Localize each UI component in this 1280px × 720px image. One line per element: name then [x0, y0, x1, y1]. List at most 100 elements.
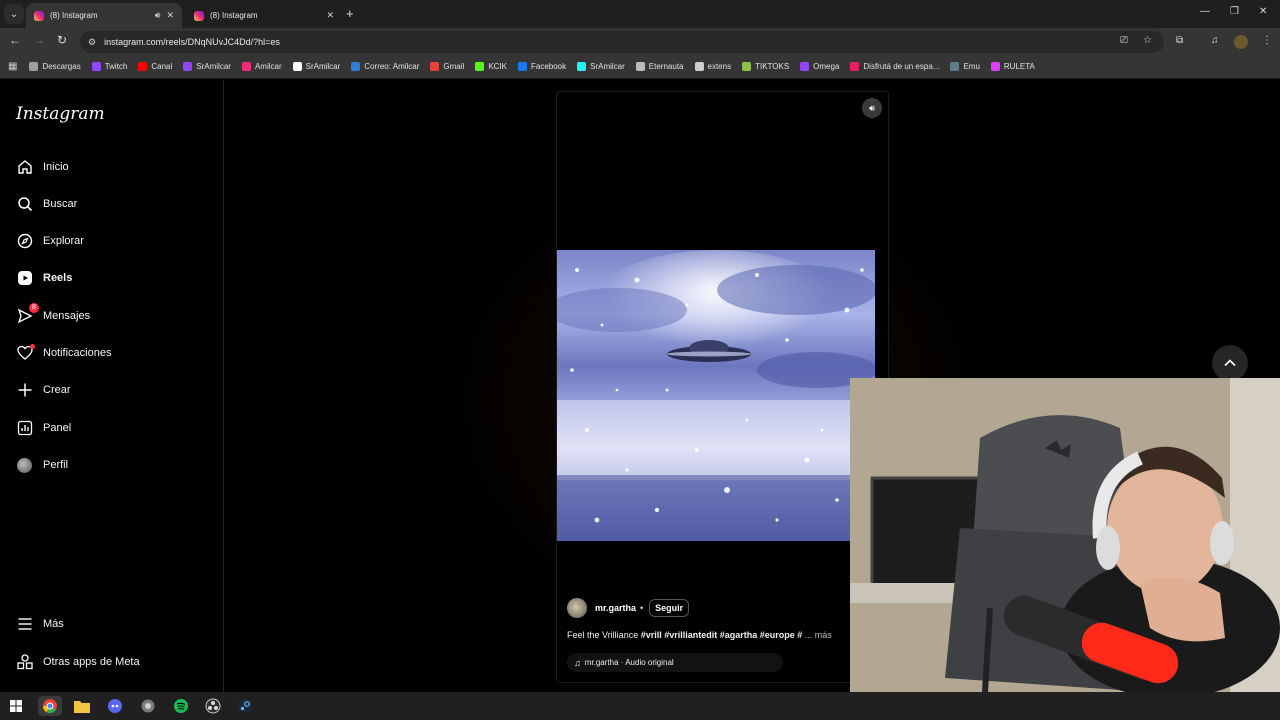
sidebar-item-buscar[interactable]: Buscar — [16, 192, 216, 216]
chevron-up-icon — [1224, 359, 1236, 367]
reload-icon[interactable]: ↻ — [57, 33, 67, 47]
audio-attribution[interactable]: ♫ mr.gartha · Audio original — [567, 653, 783, 672]
reel-video-frame[interactable] — [557, 250, 875, 541]
ufo-snow-scene — [557, 250, 875, 541]
bookmark-item[interactable]: Eternauta — [635, 62, 684, 71]
browser-toolbar: ← → ↻ ⚙ instagram.com/reels/DNqNUvJC4Dd/… — [0, 28, 1280, 55]
bookmark-label: Omega — [813, 62, 840, 71]
author-avatar[interactable] — [567, 598, 587, 618]
bookmark-label: extens — [707, 62, 732, 71]
sidebar-item-notificaciones[interactable]: Notificaciones — [16, 341, 216, 365]
bookmark-favicon-icon — [990, 62, 1000, 71]
sidebar-item-crear[interactable]: Crear — [16, 378, 216, 402]
home-icon — [16, 159, 33, 176]
sidebar-item-label: Más — [43, 618, 64, 630]
sidebar-item-label: Inicio — [43, 161, 69, 173]
bookmark-favicon-icon — [475, 62, 485, 71]
bookmark-item[interactable]: SrAmilcar — [577, 62, 625, 71]
steam-icon[interactable] — [233, 696, 257, 716]
caption-hashtags[interactable]: #vrill #vrilliantedit #agartha #europe # — [641, 630, 803, 640]
messages-count-badge: 8 — [29, 302, 39, 313]
bookmark-favicon-icon — [517, 62, 527, 71]
sidebar-item-label: Perfil — [43, 459, 69, 471]
sidebar-item-label: Crear — [43, 384, 71, 396]
site-info-icon[interactable]: ⚙ — [88, 37, 96, 48]
author-username[interactable]: mr.gartha — [595, 603, 636, 613]
bookmark-item[interactable]: Gmail — [430, 62, 464, 71]
media-controls-icon[interactable]: ♫ — [1211, 35, 1219, 46]
instagram-favicon-icon — [34, 10, 44, 21]
profile-avatar[interactable] — [1234, 35, 1248, 49]
chrome-icon[interactable] — [38, 696, 62, 716]
sidebar-item-label: Otras apps de Meta — [43, 656, 140, 668]
sidebar-item-label: Buscar — [43, 198, 78, 210]
speaker-icon[interactable]: 🔊︎ — [155, 10, 161, 21]
discord-icon[interactable] — [103, 696, 127, 716]
sidebar-item-mensajes[interactable]: 8 Mensajes — [16, 302, 216, 328]
sidebar-item-mas[interactable]: Más — [16, 612, 216, 636]
bookmark-item[interactable]: RULETA — [990, 62, 1035, 71]
close-window-icon[interactable]: ✕ — [1259, 6, 1267, 17]
back-icon[interactable]: ← — [9, 33, 21, 47]
menu-icon[interactable]: ⋮ — [1262, 35, 1272, 46]
bookmark-label: Emu — [963, 62, 980, 71]
forward-icon[interactable]: → — [33, 33, 45, 47]
bookmark-item[interactable]: Disfrutá de un espa... — [850, 62, 939, 71]
tab-search-button[interactable]: ⌄ — [4, 4, 24, 24]
plus-icon — [16, 382, 33, 399]
bookmark-item[interactable]: TIKTOKS — [742, 62, 789, 71]
bookmark-item[interactable]: extens — [694, 62, 732, 71]
tab-instagram-1[interactable]: (8) Instagram 🔊︎ ✕ — [26, 3, 182, 28]
bookmark-star-icon[interactable]: ☆ — [1143, 35, 1152, 46]
extensions-icon[interactable]: ⧉ — [1176, 35, 1183, 46]
minimize-icon[interactable]: — — [1200, 6, 1210, 17]
volume-icon[interactable]: 🔊︎ — [862, 98, 882, 118]
close-tab-icon[interactable]: ✕ — [166, 10, 174, 21]
bookmark-item[interactable]: Descargas — [29, 62, 81, 71]
instagram-favicon-icon — [194, 10, 204, 21]
bookmark-item[interactable]: KCIK — [475, 62, 507, 71]
bookmark-item[interactable]: SrAmilcar — [183, 62, 231, 71]
bookmark-label: Descargas — [42, 62, 81, 71]
sidebar-item-panel[interactable]: Panel — [16, 416, 216, 440]
bookmark-item[interactable]: Canal — [138, 62, 172, 71]
caption-text: Feel the Vrilliance — [567, 630, 641, 640]
tab-instagram-2[interactable]: (8) Instagram ✕ — [186, 3, 342, 28]
address-bar[interactable]: ⚙ instagram.com/reels/DNqNUvJC4Dd/?hl=es — [80, 31, 1164, 53]
start-icon[interactable] — [4, 696, 28, 716]
sidebar-item-perfil[interactable]: Perfil — [16, 453, 216, 477]
bookmark-item[interactable]: Omega — [800, 62, 839, 71]
sidebar-item-explorar[interactable]: Explorar — [16, 229, 216, 253]
caption-more-link[interactable]: ... más — [805, 630, 832, 640]
bookmark-label: SrAmilcar — [305, 62, 341, 71]
follow-button[interactable]: Seguir — [649, 599, 690, 617]
bookmark-item[interactable]: Twitch — [91, 62, 127, 71]
bookmark-item[interactable]: Facebook — [517, 62, 566, 71]
sidebar-item-inicio[interactable]: Inicio — [16, 155, 216, 179]
obs-icon[interactable] — [201, 696, 225, 716]
file-explorer-icon[interactable] — [70, 696, 94, 716]
app-icon[interactable] — [136, 696, 160, 716]
close-tab-icon[interactable]: ✕ — [326, 10, 334, 21]
reel-player[interactable]: 🔊︎ mr.gartha • Seguir Feel the Vrillianc… — [556, 91, 889, 683]
sidebar-item-meta-apps[interactable]: Otras apps de Meta — [16, 650, 216, 674]
bookmark-item[interactable]: Correo: Amilcar — [351, 62, 419, 71]
sidebar-item-reels[interactable]: Reels — [16, 266, 216, 290]
bookmark-favicon-icon — [577, 62, 587, 71]
restore-icon[interactable]: ❐ — [1230, 6, 1239, 17]
previous-reel-button[interactable] — [1212, 345, 1248, 381]
bookmark-item[interactable]: Emu — [950, 62, 980, 71]
bookmark-favicon-icon — [183, 62, 193, 71]
spotify-icon[interactable] — [169, 696, 193, 716]
bookmark-item[interactable]: Amilcar — [241, 62, 282, 71]
heart-icon — [16, 343, 35, 362]
instagram-logo[interactable]: Instagram — [16, 104, 105, 124]
bookmark-favicon-icon — [950, 62, 960, 71]
install-app-icon[interactable]: ⎚ — [1120, 35, 1128, 46]
bookmark-label: Canal — [151, 62, 173, 71]
new-tab-button[interactable]: + — [346, 6, 354, 21]
apps-grid-icon[interactable]: ▦ — [8, 61, 17, 72]
music-note-icon: ♫ — [574, 657, 581, 668]
bookmark-item[interactable]: SrAmilcar — [292, 62, 341, 71]
hamburger-icon — [16, 616, 33, 633]
